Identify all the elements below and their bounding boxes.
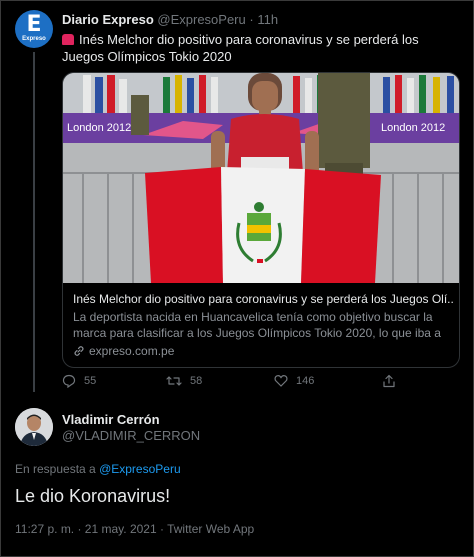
- expreso-avatar[interactable]: E Expreso: [15, 10, 53, 48]
- card-photo: London 2012 London 2012: [63, 73, 459, 283]
- peru-flag: [145, 167, 381, 283]
- card-text: Inés Melchor dio positivo para coronavir…: [73, 291, 453, 358]
- reply-count: 55: [84, 375, 97, 387]
- tweet1-text-block: Inés Melchor dio positivo para coronavir…: [62, 31, 462, 65]
- banner-left: London 2012: [67, 122, 132, 134]
- banner-right: London 2012: [381, 122, 446, 134]
- author-handle[interactable]: @VLADIMIR_CERRON: [62, 428, 200, 444]
- like-count: 146: [296, 374, 315, 387]
- card-description: La deportista nacida en Huancavelica ten…: [73, 310, 441, 340]
- thread-line: [33, 52, 35, 392]
- tweet2-text: Le dio Koronavirus!: [15, 486, 171, 506]
- avatar-label: Expreso: [22, 36, 46, 42]
- author-handle[interactable]: @ExpresoPeru: [157, 12, 245, 27]
- reply-action[interactable]: 55: [62, 374, 96, 388]
- share-icon: [383, 374, 395, 388]
- link-icon: [74, 346, 84, 356]
- like-action[interactable]: 146: [274, 374, 314, 387]
- tweet1-header: Diario Expreso @ExpresoPeru · 11h: [62, 12, 278, 27]
- siren-emoji-icon: [62, 34, 74, 45]
- retweet-icon: [166, 376, 182, 386]
- athlete-photo: [63, 73, 459, 283]
- link-card[interactable]: London 2012 London 2012 Inés Melchor dio…: [62, 72, 460, 368]
- tweet1-actions: 55 58 146: [62, 374, 422, 394]
- tweet1-text: Inés Melchor dio positivo para coronavir…: [62, 32, 419, 64]
- cerron-avatar[interactable]: [15, 408, 53, 446]
- card-title: Inés Melchor dio positivo para coronavir…: [73, 292, 453, 306]
- author-name[interactable]: Vladimir Cerrón: [62, 412, 200, 428]
- person-portrait: [15, 408, 53, 446]
- card-link-text: expreso.com.pe: [89, 344, 175, 358]
- reply-mention[interactable]: @ExpresoPeru: [99, 462, 181, 476]
- reply-context: En respuesta a @ExpresoPeru: [15, 462, 181, 476]
- heart-icon: [274, 375, 288, 387]
- retweet-action[interactable]: 58: [166, 374, 202, 388]
- retweet-count: 58: [190, 375, 203, 387]
- reply-prefix: En respuesta a: [15, 462, 96, 476]
- tweet-meta[interactable]: 11:27 p. m. · 21 may. 2021 · Twitter Web…: [15, 522, 254, 536]
- separator-dot: ·: [249, 12, 254, 27]
- tweet2-header: Vladimir Cerrón @VLADIMIR_CERRON: [62, 412, 200, 444]
- reply-icon: [62, 374, 76, 388]
- tweet-time[interactable]: 11h: [257, 12, 278, 27]
- avatar-letter: E: [26, 12, 42, 37]
- author-name[interactable]: Diario Expreso: [62, 12, 154, 27]
- share-action[interactable]: [382, 374, 396, 388]
- card-link[interactable]: expreso.com.pe: [73, 344, 453, 358]
